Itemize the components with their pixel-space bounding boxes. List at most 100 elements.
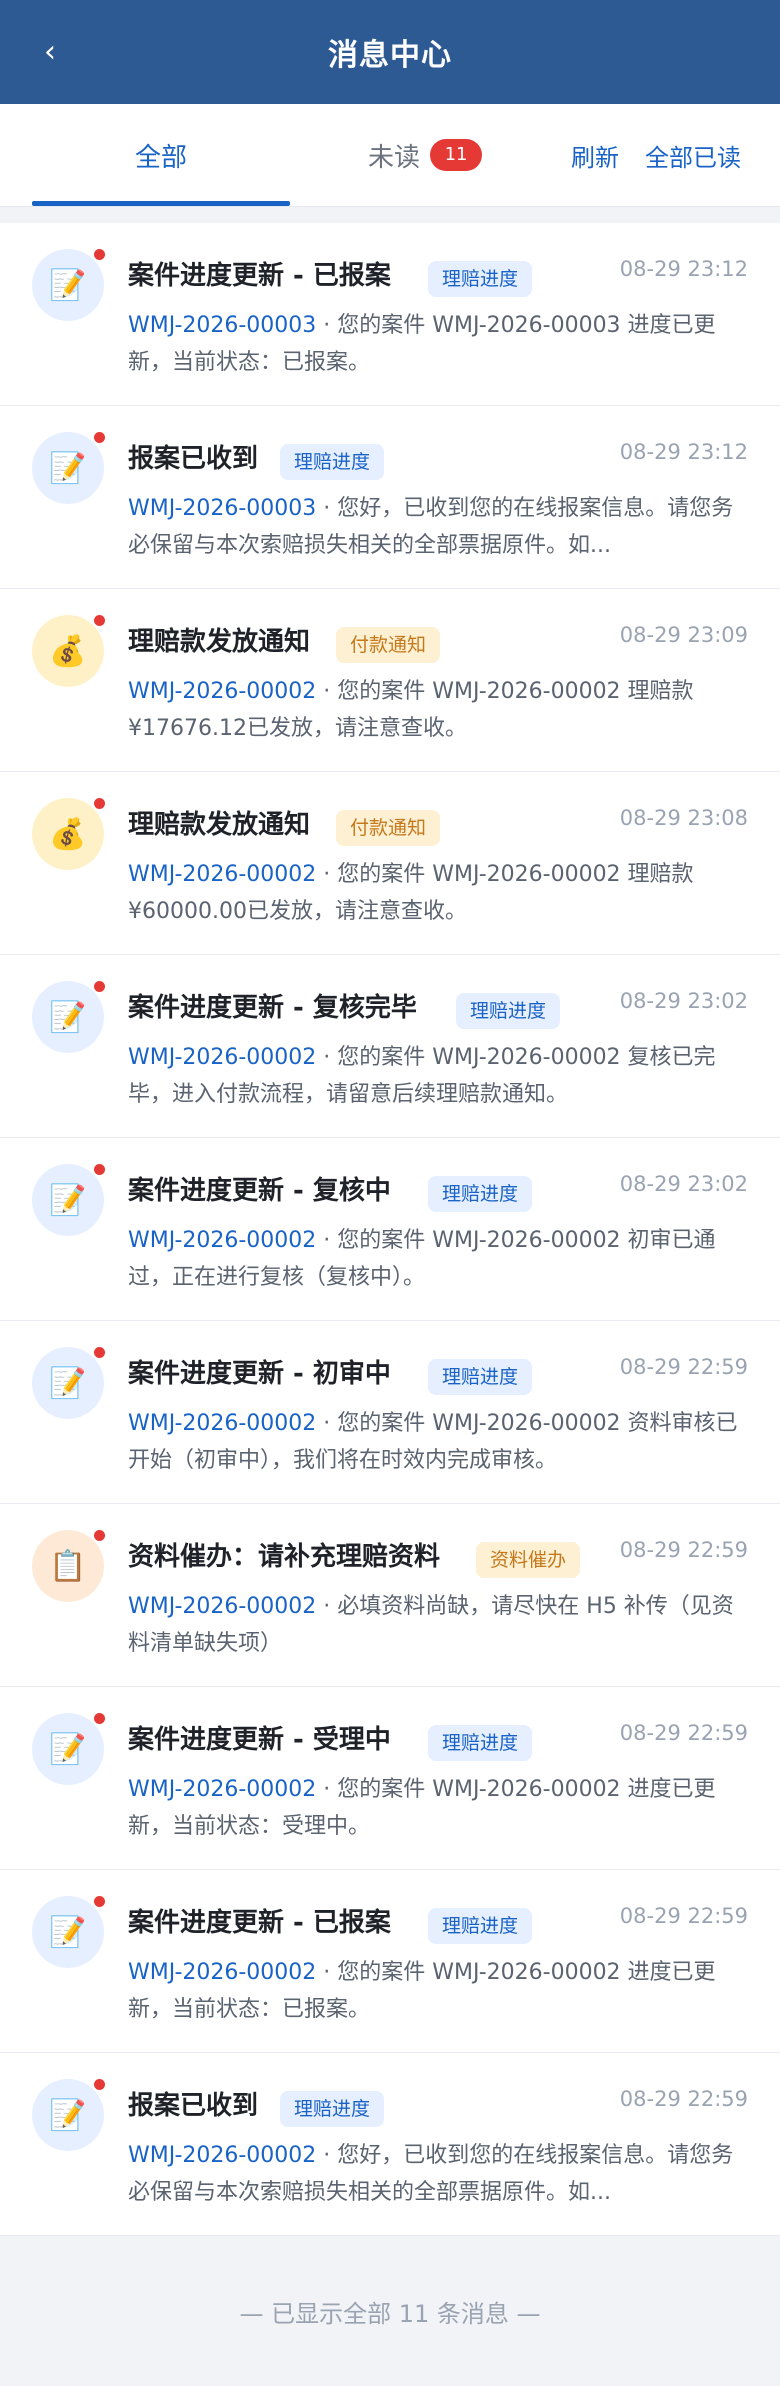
message-time: 08-29 22:59 [619,1904,748,1928]
message-content: WMJ-2026-00002 · 必填资料尚缺，请尽快在 H5 补传（见资料清单… [128,1588,748,1662]
memo-icon: 📝 [32,432,104,504]
tab-bar: 全部 未读 11 刷新 全部已读 [0,104,780,207]
money-bag-icon: 💰 [32,615,104,687]
message-title: 报案已收到 [128,2091,259,2121]
message-item[interactable]: 📝 案件进度更新 - 复核中 理赔进度 08-29 23:02 WMJ-2026… [0,1138,780,1321]
message-time: 08-29 22:59 [619,1538,748,1562]
message-time: 08-29 22:59 [619,1721,748,1745]
message-title: 资料催办：请补充理赔资料 [128,1542,441,1572]
unread-count-badge: 11 [430,139,483,171]
message-tag: 理赔进度 [428,261,533,297]
money-bag-icon: 💰 [32,798,104,870]
message-tag: 付款通知 [336,810,441,846]
message-item[interactable]: 💰 理赔款发放通知 付款通知 08-29 23:09 WMJ-2026-0000… [0,589,780,772]
message-time: 08-29 23:08 [619,806,748,830]
message-title: 理赔款发放通知 [128,627,311,657]
message-list: 📝 案件进度更新 - 已报案 理赔进度 08-29 23:12 WMJ-2026… [0,223,780,2236]
message-content: WMJ-2026-00002 · 您的案件 WMJ-2026-00002 进度已… [128,1771,748,1845]
message-tag: 资料催办 [476,1542,581,1578]
message-tag: 理赔进度 [428,1908,533,1944]
message-content: WMJ-2026-00002 · 您的案件 WMJ-2026-00002 理赔款… [128,673,748,747]
refresh-button[interactable]: 刷新 [571,104,619,206]
back-icon[interactable]: ‹ [44,35,56,70]
memo-icon: 📝 [32,249,104,321]
message-content: WMJ-2026-00002 · 您的案件 WMJ-2026-00002 资料审… [128,1405,748,1479]
message-tag: 理赔进度 [280,444,385,480]
message-item[interactable]: 📝 报案已收到 理赔进度 08-29 22:59 WMJ-2026-00002 … [0,2053,780,2236]
message-item[interactable]: 📝 案件进度更新 - 已报案 理赔进度 08-29 22:59 WMJ-2026… [0,1870,780,2053]
message-tag: 理赔进度 [428,1359,533,1395]
message-item[interactable]: 📝 报案已收到 理赔进度 08-29 23:12 WMJ-2026-00003 … [0,406,780,589]
message-title: 理赔款发放通知 [128,810,311,840]
message-content: WMJ-2026-00003 · 您的案件 WMJ-2026-00003 进度已… [128,307,748,381]
memo-icon: 📝 [32,1347,104,1419]
message-time: 08-29 23:12 [619,440,748,464]
message-tag: 理赔进度 [428,1176,533,1212]
message-tag: 理赔进度 [456,993,561,1029]
case-id-link[interactable]: WMJ-2026-00002 [128,1960,316,1985]
message-item[interactable]: 📝 案件进度更新 - 已报案 理赔进度 08-29 23:12 WMJ-2026… [0,223,780,406]
message-item[interactable]: 💰 理赔款发放通知 付款通知 08-29 23:08 WMJ-2026-0000… [0,772,780,955]
message-item[interactable]: 📝 案件进度更新 - 复核完毕 理赔进度 08-29 23:02 WMJ-202… [0,955,780,1138]
case-id-link[interactable]: WMJ-2026-00002 [128,1411,316,1436]
unread-dot [94,798,105,809]
clipboard-icon: 📋 [32,1530,104,1602]
memo-icon: 📝 [32,981,104,1053]
case-id-link[interactable]: WMJ-2026-00002 [128,1594,316,1619]
unread-dot [94,981,105,992]
message-tag: 付款通知 [336,627,441,663]
mark-all-read-button[interactable]: 全部已读 [645,104,741,206]
message-content: WMJ-2026-00003 · 您好，已收到您的在线报案信息。请您务必保留与本… [128,490,748,564]
unread-dot [94,2079,105,2090]
message-time: 08-29 22:59 [619,1355,748,1379]
message-time: 08-29 23:02 [619,989,748,1013]
message-item[interactable]: 📝 案件进度更新 - 初审中 理赔进度 08-29 22:59 WMJ-2026… [0,1321,780,1504]
case-id-link[interactable]: WMJ-2026-00002 [128,2143,316,2168]
case-id-link[interactable]: WMJ-2026-00003 [128,496,316,521]
message-content: WMJ-2026-00002 · 您好，已收到您的在线报案信息。请您务必保留与本… [128,2137,748,2211]
message-title: 案件进度更新 - 已报案 [128,1908,391,1938]
message-content: WMJ-2026-00002 · 您的案件 WMJ-2026-00002 初审已… [128,1222,748,1296]
tab-unread[interactable]: 未读 11 [368,104,483,206]
message-title: 报案已收到 [128,444,259,474]
app-header: ‹ 消息中心 [0,0,780,104]
message-time: 08-29 23:09 [619,623,748,647]
unread-dot [94,249,105,260]
message-title: 案件进度更新 - 受理中 [128,1725,391,1755]
message-content: WMJ-2026-00002 · 您的案件 WMJ-2026-00002 复核已… [128,1039,748,1113]
message-tag: 理赔进度 [280,2091,385,2127]
case-id-link[interactable]: WMJ-2026-00002 [128,862,316,887]
memo-icon: 📝 [32,2079,104,2151]
unread-dot [94,1713,105,1724]
case-id-link[interactable]: WMJ-2026-00002 [128,679,316,704]
message-title: 案件进度更新 - 已报案 [128,261,391,291]
message-title: 案件进度更新 - 初审中 [128,1359,391,1389]
message-item[interactable]: 📝 案件进度更新 - 受理中 理赔进度 08-29 22:59 WMJ-2026… [0,1687,780,1870]
message-tag: 理赔进度 [428,1725,533,1761]
memo-icon: 📝 [32,1713,104,1785]
message-item[interactable]: 📋 资料催办：请补充理赔资料 资料催办 08-29 22:59 WMJ-2026… [0,1504,780,1687]
active-tab-indicator [32,201,290,206]
message-content: WMJ-2026-00002 · 您的案件 WMJ-2026-00002 理赔款… [128,856,748,930]
message-time: 08-29 22:59 [619,2087,748,2111]
message-title: 案件进度更新 - 复核中 [128,1176,391,1206]
case-id-link[interactable]: WMJ-2026-00002 [128,1045,316,1070]
list-end-footer: — 已显示全部 11 条消息 — [239,2299,541,2328]
message-content: WMJ-2026-00002 · 您的案件 WMJ-2026-00002 进度已… [128,1954,748,2028]
unread-dot [94,1347,105,1358]
memo-icon: 📝 [32,1896,104,1968]
case-id-link[interactable]: WMJ-2026-00002 [128,1777,316,1802]
unread-dot [94,1896,105,1907]
case-id-link[interactable]: WMJ-2026-00003 [128,313,316,338]
unread-dot [94,1530,105,1541]
unread-dot [94,615,105,626]
memo-icon: 📝 [32,1164,104,1236]
tab-all-label: 全部 [134,142,187,173]
page-title: 消息中心 [328,38,452,73]
unread-dot [94,1164,105,1175]
message-time: 08-29 23:12 [619,257,748,281]
unread-dot [94,432,105,443]
message-title: 案件进度更新 - 复核完毕 [128,993,417,1023]
case-id-link[interactable]: WMJ-2026-00002 [128,1228,316,1253]
tab-all[interactable]: 全部 [32,104,290,206]
